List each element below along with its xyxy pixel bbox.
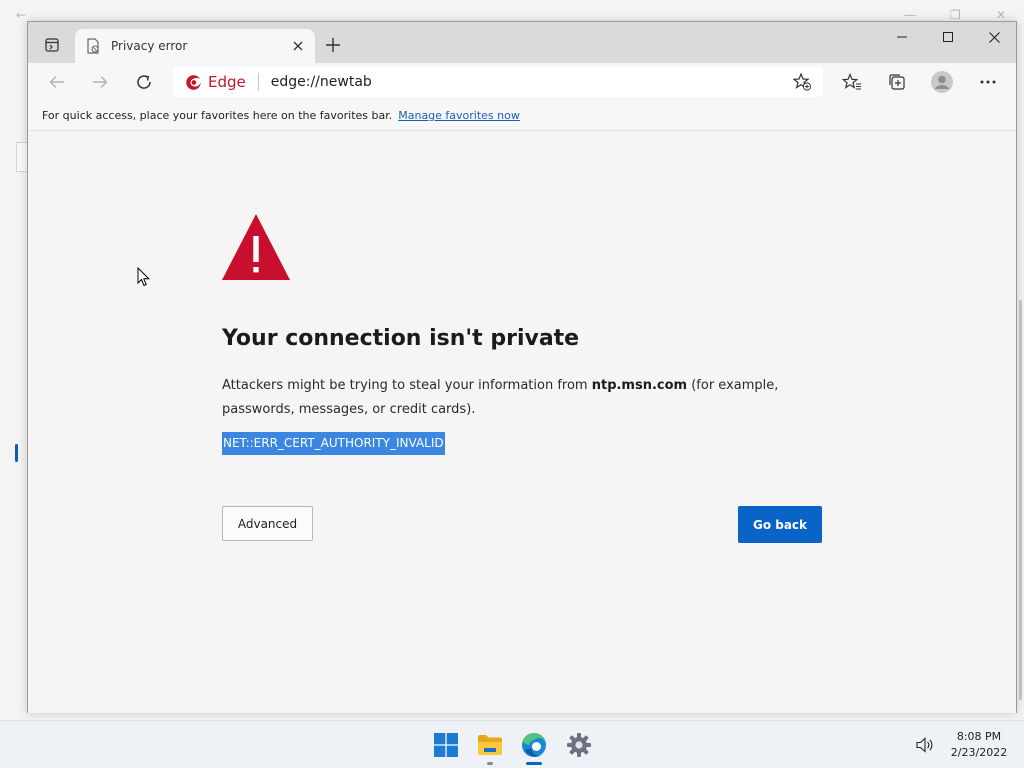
go-back-button[interactable]: Go back	[738, 506, 822, 543]
insecure-page-icon	[85, 38, 101, 54]
minimize-button[interactable]	[879, 22, 925, 52]
system-clock[interactable]: 8:08 PM 2/23/2022	[944, 729, 1014, 761]
background-minimize-icon: —	[904, 8, 916, 22]
edge-taskbar-button[interactable]	[516, 727, 552, 765]
browser-toolbar: Edge edge://newtab	[28, 63, 1016, 101]
volume-icon[interactable]	[914, 735, 936, 755]
manage-favorites-link[interactable]: Manage favorites now	[398, 109, 520, 122]
title-bar: Privacy error	[28, 22, 1016, 63]
close-tab-icon[interactable]	[289, 37, 307, 55]
start-button[interactable]	[428, 727, 464, 763]
error-heading: Your connection isn't private	[222, 326, 580, 351]
file-explorer-button[interactable]	[472, 727, 508, 765]
refresh-button[interactable]	[129, 68, 159, 96]
favorites-bar-message: For quick access, place your favorites h…	[42, 109, 393, 122]
maximize-button[interactable]	[925, 22, 971, 52]
forward-button[interactable]	[85, 68, 115, 96]
error-host: ntp.msn.com	[591, 378, 688, 393]
new-tab-button[interactable]	[320, 34, 346, 56]
collections-button[interactable]	[882, 68, 912, 96]
edge-warning-icon	[186, 74, 201, 90]
warning-triangle-icon	[222, 214, 290, 280]
background-scrollbar[interactable]	[1019, 300, 1022, 700]
background-restore-icon: ❐	[950, 8, 961, 22]
site-identity-label: Edge	[208, 73, 246, 91]
edge-icon	[522, 732, 547, 757]
background-selection-indicator	[15, 444, 18, 462]
tab-privacy-error[interactable]: Privacy error	[75, 29, 315, 63]
site-identity-chip[interactable]: Edge	[185, 73, 246, 91]
profile-avatar[interactable]	[927, 68, 957, 96]
settings-more-icon[interactable]	[973, 68, 1003, 96]
address-bar[interactable]: Edge edge://newtab	[173, 67, 823, 97]
favorites-button[interactable]	[837, 68, 867, 96]
settings-taskbar-button[interactable]	[561, 727, 597, 763]
tab-actions-icon[interactable]	[38, 34, 66, 56]
windows-start-icon	[434, 733, 458, 757]
clock-time: 8:08 PM	[956, 730, 1002, 743]
background-close-icon: ✕	[996, 8, 1007, 22]
add-favorite-icon[interactable]	[787, 69, 817, 95]
error-code[interactable]: NET::ERR_CERT_AUTHORITY_INVALID	[222, 432, 445, 455]
address-separator	[257, 73, 259, 91]
error-description-prefix: Attackers might be trying to steal your …	[222, 378, 592, 393]
back-button[interactable]	[42, 68, 72, 96]
mouse-pointer-icon	[137, 267, 151, 287]
gear-icon	[567, 733, 591, 757]
folder-icon	[478, 735, 502, 755]
app-active-indicator	[526, 762, 542, 765]
taskbar: 8:08 PM 2/23/2022	[0, 720, 1024, 768]
favorites-bar: For quick access, place your favorites h…	[28, 101, 1016, 131]
app-running-indicator	[487, 762, 493, 765]
close-window-button[interactable]	[971, 22, 1017, 52]
error-page: Your connection isn't private Attackers …	[28, 132, 1016, 713]
clock-date: 2/23/2022	[950, 746, 1008, 759]
url-text[interactable]: edge://newtab	[271, 74, 787, 90]
background-back-icon: ←	[16, 8, 27, 22]
edge-browser-window: Privacy error Edge edge://newtab For qui…	[27, 21, 1017, 713]
tab-title: Privacy error	[111, 39, 188, 53]
error-description: Attackers might be trying to steal your …	[222, 374, 822, 422]
advanced-button[interactable]: Advanced	[222, 506, 313, 541]
